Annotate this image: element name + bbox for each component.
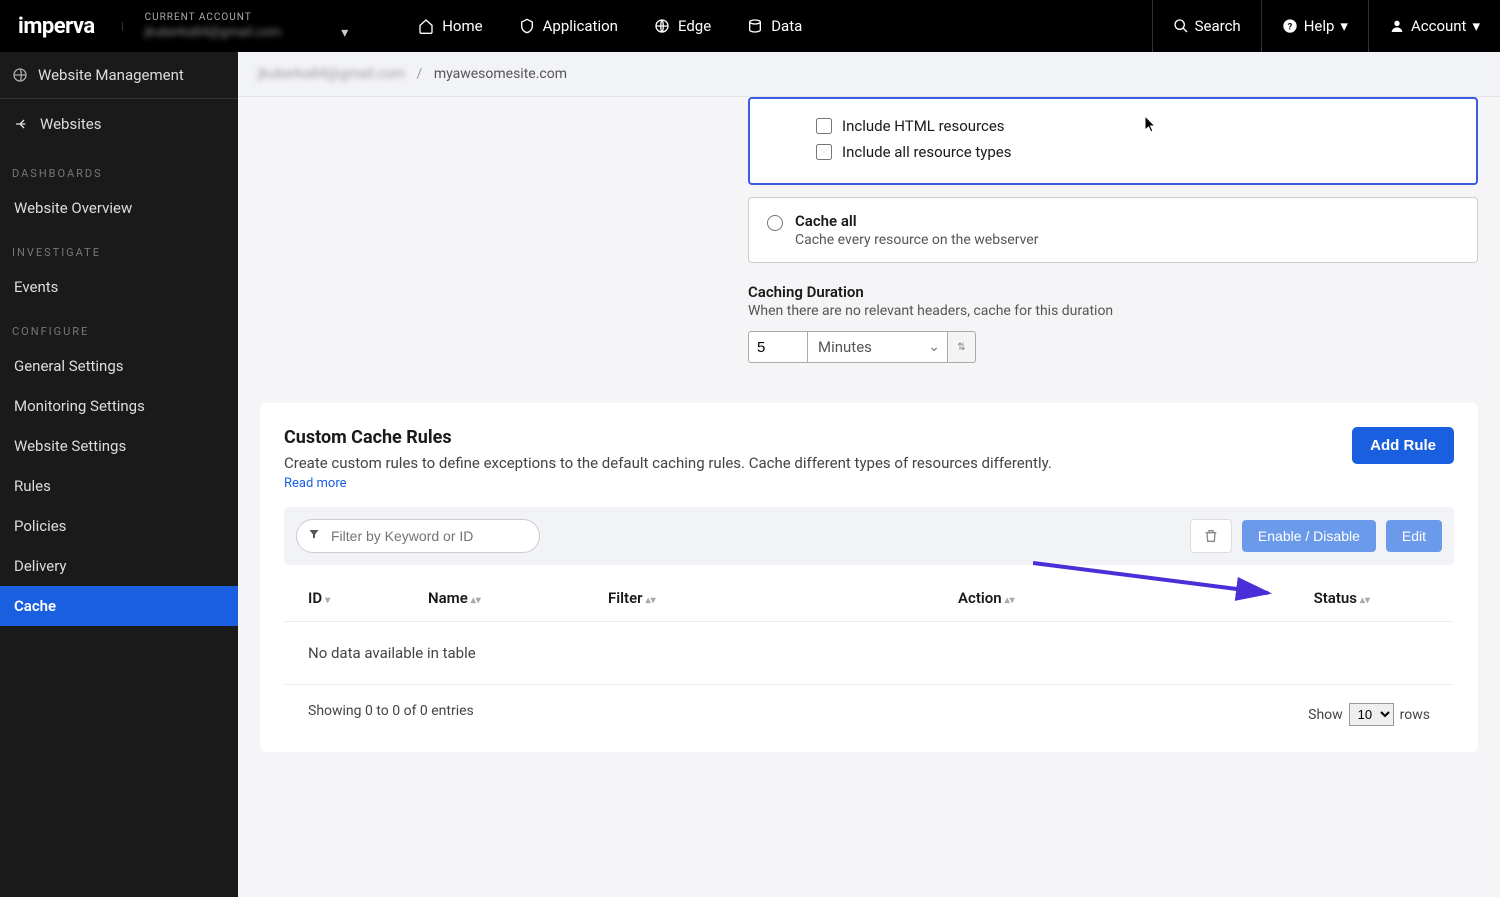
filter-icon — [308, 528, 320, 544]
col-id[interactable]: ID▾ — [308, 589, 428, 607]
edit-button[interactable]: Edit — [1386, 520, 1442, 552]
top-nav: imperva CURRENT ACCOUNT jkuberka84@gmail… — [0, 0, 1500, 52]
edge-icon — [654, 18, 670, 34]
col-filter[interactable]: Filter▴▾ — [608, 589, 958, 607]
rules-desc: Create custom rules to define exceptions… — [284, 454, 1052, 472]
rules-toolbar: Enable / Disable Edit — [284, 507, 1454, 565]
sidebar: Website Management Websites DASHBOARDS W… — [0, 52, 238, 897]
delete-button[interactable] — [1190, 519, 1232, 553]
sort-icon: ▴▾ — [471, 595, 481, 606]
rules-table: ID▾ Name▴▾ Filter▴▾ Action▴▾ Status▴▾ No… — [284, 575, 1454, 748]
table-empty: No data available in table — [284, 622, 1454, 685]
entries-info: Showing 0 to 0 of 0 entries — [308, 703, 474, 726]
checkbox-input[interactable] — [816, 118, 832, 134]
application-icon — [519, 18, 535, 34]
duration-title: Caching Duration — [748, 283, 1478, 301]
cache-option-cache-all[interactable]: Cache all Cache every resource on the we… — [748, 197, 1478, 263]
nav-account[interactable]: Account ▾ — [1368, 0, 1500, 52]
sidebar-item-monitoring[interactable]: Monitoring Settings — [0, 386, 238, 426]
table-header: ID▾ Name▴▾ Filter▴▾ Action▴▾ Status▴▾ — [284, 575, 1454, 622]
sort-icon: ▴▾ — [646, 595, 656, 606]
sidebar-section-dashboards: DASHBOARDS — [0, 149, 238, 188]
sidebar-item-delivery[interactable]: Delivery — [0, 546, 238, 586]
sidebar-item-events[interactable]: Events — [0, 267, 238, 307]
home-icon — [418, 18, 434, 34]
user-icon — [1389, 18, 1405, 34]
sort-icon: ▴▾ — [1005, 595, 1015, 606]
help-icon: ? — [1282, 18, 1298, 34]
sidebar-item-website-settings[interactable]: Website Settings — [0, 426, 238, 466]
filter-input[interactable] — [296, 519, 540, 553]
nav-edge[interactable]: Edge — [654, 17, 711, 35]
page-size-select[interactable]: 10 — [1349, 703, 1394, 726]
radio-title: Cache all — [795, 212, 1038, 230]
enable-disable-button[interactable]: Enable / Disable — [1242, 520, 1376, 552]
svg-text:?: ? — [1287, 21, 1292, 32]
nav-application[interactable]: Application — [519, 17, 618, 35]
cache-option-selected: Include HTML resources Include all resou… — [748, 97, 1478, 185]
breadcrumb-site[interactable]: myawesomesite.com — [434, 66, 567, 82]
custom-cache-rules-card: Custom Cache Rules Create custom rules t… — [260, 403, 1478, 752]
rows-label: rows — [1400, 707, 1430, 723]
nav-search[interactable]: Search — [1152, 0, 1261, 52]
sidebar-header: Website Management — [0, 52, 238, 99]
col-name[interactable]: Name▴▾ — [428, 589, 608, 607]
sidebar-item-rules[interactable]: Rules — [0, 466, 238, 506]
checkbox-include-all[interactable]: Include all resource types — [816, 139, 1458, 165]
arrow-left-icon — [14, 116, 30, 132]
show-label: Show — [1308, 707, 1343, 723]
checkbox-include-html[interactable]: Include HTML resources — [816, 113, 1458, 139]
duration-unit-select[interactable]: Minutes — [808, 331, 948, 363]
nav-help[interactable]: ? Help ▾ — [1261, 0, 1368, 52]
sort-icon: ▾ — [325, 595, 330, 606]
sidebar-item-overview[interactable]: Website Overview — [0, 188, 238, 228]
sort-icon: ▴▾ — [1360, 595, 1370, 606]
caret-down-icon: ▾ — [1472, 17, 1480, 35]
account-label: CURRENT ACCOUNT — [145, 12, 349, 23]
nav-data[interactable]: Data — [747, 17, 802, 35]
duration-stepper[interactable]: ⇅ — [948, 331, 976, 363]
checkbox-input[interactable] — [816, 144, 832, 160]
breadcrumb: jkuberka84@gmail.com / myawesomesite.com — [238, 52, 1500, 97]
duration-value-input[interactable] — [748, 331, 808, 363]
radio-desc: Cache every resource on the webserver — [795, 232, 1038, 248]
trash-icon — [1203, 528, 1219, 544]
sidebar-section-configure: CONFIGURE — [0, 307, 238, 346]
sidebar-section-investigate: INVESTIGATE — [0, 228, 238, 267]
add-rule-button[interactable]: Add Rule — [1352, 427, 1454, 464]
rules-title: Custom Cache Rules — [284, 427, 1052, 448]
breadcrumb-account[interactable]: jkuberka84@gmail.com — [258, 66, 405, 82]
sidebar-item-general[interactable]: General Settings — [0, 346, 238, 386]
col-action[interactable]: Action▴▾ — [958, 589, 1218, 607]
caret-down-icon: ▾ — [1340, 17, 1348, 35]
globe-icon — [12, 67, 28, 83]
search-icon — [1173, 18, 1189, 34]
data-icon — [747, 18, 763, 34]
sidebar-item-cache[interactable]: Cache — [0, 586, 238, 626]
duration-desc: When there are no relevant headers, cach… — [748, 303, 1478, 319]
brand-logo: imperva — [0, 14, 123, 39]
col-status[interactable]: Status▴▾ — [1218, 589, 1430, 607]
radio-input[interactable] — [767, 215, 783, 231]
account-selector[interactable]: CURRENT ACCOUNT jkuberka84@gmail.com ▾ — [123, 12, 379, 41]
caching-duration: Caching Duration When there are no relev… — [748, 283, 1478, 363]
read-more-link[interactable]: Read more — [284, 476, 347, 491]
caret-down-icon: ▾ — [341, 25, 348, 41]
nav-home[interactable]: Home — [418, 17, 482, 35]
account-name: jkuberka84@gmail.com — [145, 25, 282, 40]
sidebar-item-policies[interactable]: Policies — [0, 506, 238, 546]
sidebar-back-websites[interactable]: Websites — [0, 99, 238, 149]
